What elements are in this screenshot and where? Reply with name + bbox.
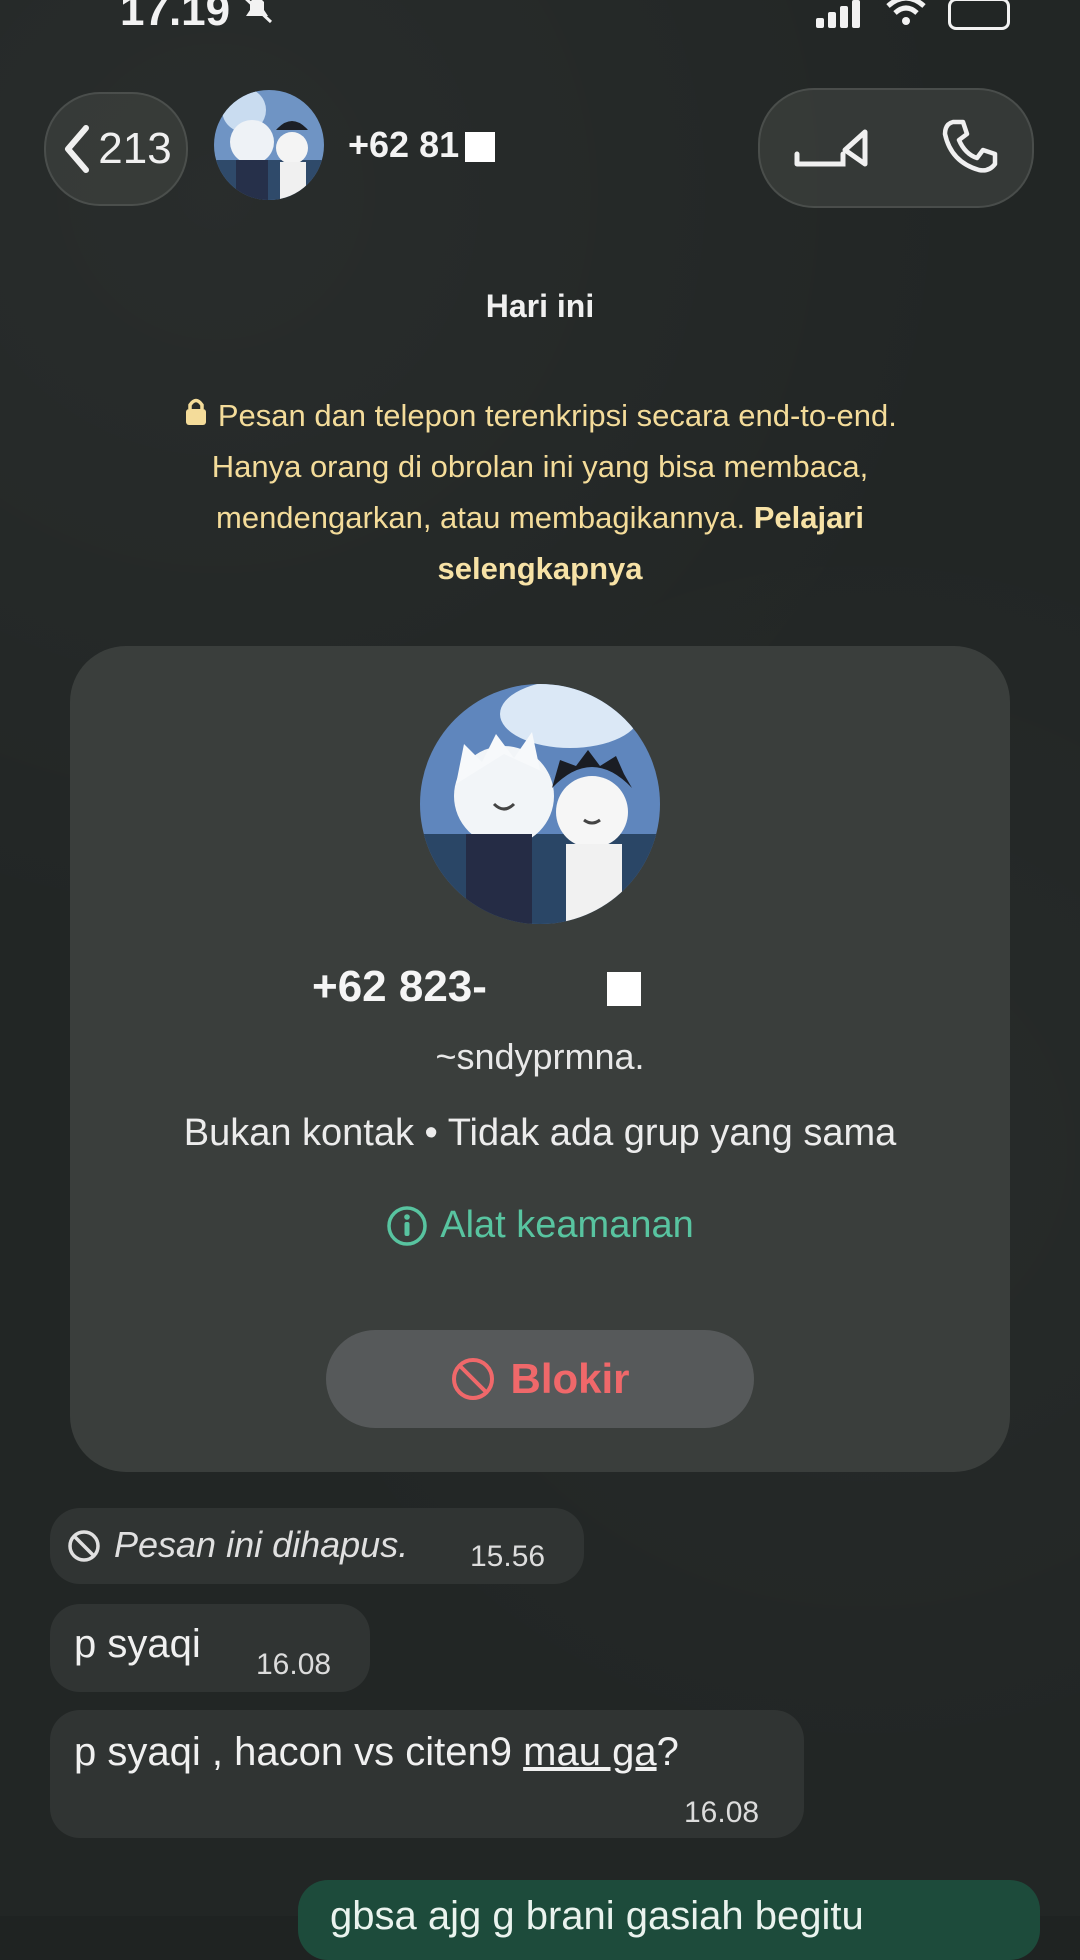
lock-icon (183, 398, 218, 433)
message-bubble-deleted[interactable]: Pesan ini dihapus. 15.56 (50, 1508, 584, 1584)
outgoing-message-bubble[interactable]: gbsa ajg g brani gasiah begitu (298, 1880, 1040, 1960)
bell-muted-icon (240, 0, 274, 29)
redaction-box (465, 132, 496, 163)
battery-icon (948, 0, 1010, 30)
contact-name[interactable]: +62 81 (348, 124, 496, 166)
message-time: 16.08 (684, 1796, 760, 1829)
message-bubble[interactable]: p syaqi , hacon vs citen9 mau ga? 16.08 (50, 1710, 804, 1838)
voice-call-button[interactable] (939, 116, 999, 181)
video-camera-icon (794, 129, 868, 166)
profile-username: ~sndyprmna. (435, 1036, 645, 1077)
contact-status: Bukan kontak • Tidak ada grup yang sama (183, 1112, 897, 1154)
signal-icon (816, 0, 864, 28)
underlined-phrase[interactable]: mau ga (523, 1730, 656, 1774)
status-time: 17.19 (120, 0, 231, 35)
message-text: gbsa ajg g brani gasiah begitu (330, 1894, 864, 1938)
profile-photo[interactable] (420, 684, 660, 924)
contact-avatar[interactable] (214, 90, 324, 200)
chevron-left-icon (65, 125, 90, 173)
back-button[interactable]: 213 (44, 92, 188, 206)
wifi-icon (886, 0, 926, 31)
video-call-button[interactable] (793, 120, 873, 177)
block-button[interactable]: Blokir (326, 1330, 754, 1428)
message-time: 16.08 (256, 1648, 332, 1681)
security-tools-link[interactable]: Alat keamanan (0, 1204, 1080, 1247)
redaction-box (606, 972, 641, 1007)
profile-phone-number: +62 823- (312, 962, 641, 1012)
message-text: p syaqi (74, 1622, 201, 1666)
block-icon (452, 1358, 495, 1400)
message-text: Pesan ini dihapus. (114, 1524, 409, 1565)
status-icons (816, 0, 1010, 31)
deleted-message-icon (68, 1530, 100, 1562)
call-buttons (758, 88, 1034, 208)
encryption-notice[interactable]: Pesan dan telepon terenkripsi secara end… (150, 390, 930, 594)
message-time: 15.56 (470, 1540, 546, 1573)
date-separator: Hari ini (485, 288, 595, 324)
message-text: p syaqi , hacon vs citen9 mau ga? (74, 1730, 679, 1774)
info-icon (387, 1205, 427, 1246)
unread-count: 213 (98, 124, 172, 173)
phone-icon (942, 119, 998, 173)
message-bubble[interactable]: p syaqi 16.08 (50, 1604, 370, 1692)
